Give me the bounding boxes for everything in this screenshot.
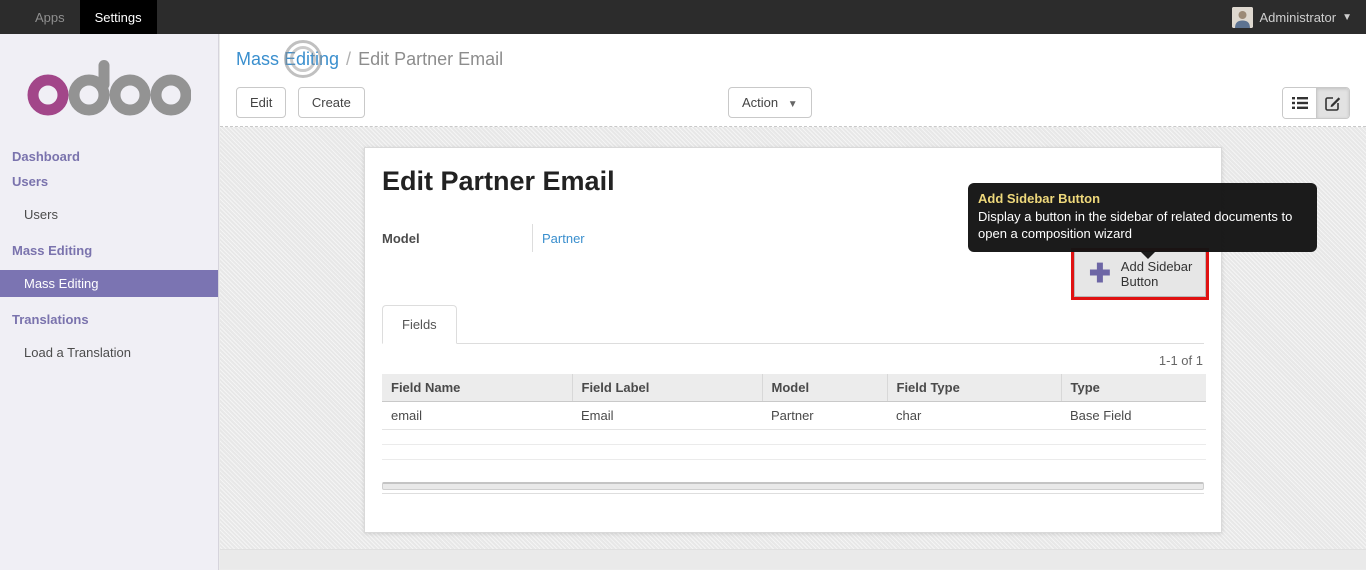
plus-icon: ✚ [1089,258,1111,288]
table-bottom-line [382,493,1204,494]
sidebar-header-mass-editing: Mass Editing [12,243,93,258]
cell-field-label: Email [572,401,762,430]
list-icon [1291,97,1308,109]
sidebar-header-dashboard: Dashboard [12,149,80,164]
tab-bar: Fields [382,304,1204,344]
tooltip-body: Display a button in the sidebar of relat… [978,209,1293,241]
user-name: Administrator [1259,9,1337,25]
footer-band [220,549,1366,569]
add-sidebar-button-label: Add Sidebar Button [1120,259,1193,289]
chevron-down-icon: ▼ [1342,11,1352,23]
form-sheet: Edit Partner Email Model Partner Add Sid… [364,147,1317,533]
sidebar-item-mass-editing[interactable]: Mass Editing [0,270,218,297]
content-area: Mass Editing / Edit Partner Email Edit Cre… [220,34,1366,570]
odoo-logo [27,60,191,116]
breadcrumb-separator: / [346,49,352,69]
model-field-label: Model [382,230,420,246]
cell-field-type: char [887,401,1061,430]
sidebar-item-load-translation[interactable]: Load a Translation [0,339,218,366]
col-type[interactable]: Type [1060,374,1206,402]
fields-table: Field Name Field Label Model Field Type … [382,374,1206,460]
sidebar-header-users: Users [12,174,49,189]
chevron-down-icon: ▼ [787,99,798,110]
control-buttons-row: Edit Create Action ▼ [236,87,1350,119]
tooltip-title: Add Sidebar Button [978,191,1101,206]
col-model[interactable]: Model [761,374,887,402]
breadcrumb: Mass Editing / Edit Partner Email [236,40,1350,78]
create-button[interactable]: Create [297,87,365,118]
list-view-button[interactable] [1283,88,1316,118]
tooltip-arrow [1140,251,1156,259]
col-field-type[interactable]: Field Type [886,374,1061,402]
breadcrumb-current: Edit Partner Email [358,49,504,69]
control-panel: Mass Editing / Edit Partner Email Edit Cre… [220,34,1366,127]
cell-type: Base Field [1061,401,1206,430]
col-field-name[interactable]: Field Name [382,374,572,402]
tab-fields[interactable]: Fields [382,305,457,344]
edit-form-icon [1325,97,1341,111]
sidebar-header-translations: Translations [12,312,89,327]
cell-field-name: email [382,401,572,430]
col-field-label[interactable]: Field Label [571,374,762,402]
user-menu[interactable]: Administrator ▼ [1231,0,1366,34]
edit-button[interactable]: Edit [236,87,287,118]
table-empty-row [382,444,1206,460]
pager[interactable]: 1-1 of 1 [365,353,1203,368]
table-empty-row [382,429,1206,445]
top-menubar: Apps Settings Administrator ▼ [0,0,1366,34]
action-dropdown-button[interactable]: Action ▼ [728,87,812,118]
menu-settings[interactable]: Settings [79,0,157,34]
app-menus: Apps Settings [0,0,157,34]
cell-model: Partner [762,401,887,430]
model-field-value-link[interactable]: Partner [533,231,585,246]
avatar [1231,6,1253,28]
form-view-button[interactable] [1316,88,1349,118]
horizontal-scrollbar[interactable] [382,482,1204,490]
table-header-row: Field Name Field Label Model Field Type … [382,374,1206,402]
sidebar-item-users[interactable]: Users [0,201,218,228]
breadcrumb-parent-link[interactable]: Mass Editing [236,49,339,69]
tooltip: Add Sidebar Button Display a button in t… [968,183,1317,259]
table-row[interactable]: email Email Partner char Base Field [382,401,1206,430]
form-view-background: Edit Partner Email Model Partner Add Sid… [220,127,1366,569]
sidebar: Dashboard Users Users Mass Editing Mass … [0,34,219,570]
menu-apps[interactable]: Apps [20,0,80,34]
view-switcher [1282,87,1350,119]
